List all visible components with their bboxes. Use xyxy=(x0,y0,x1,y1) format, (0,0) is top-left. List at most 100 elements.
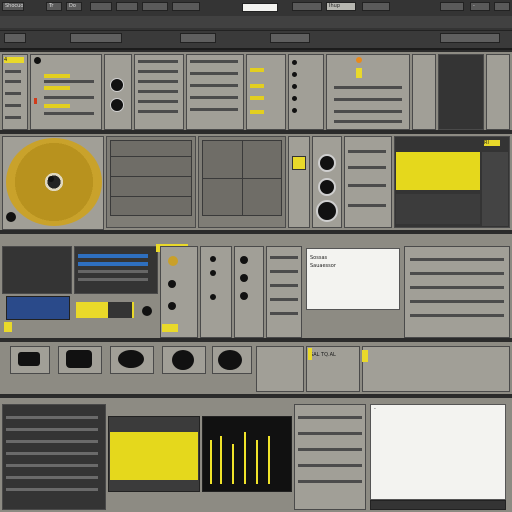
param-row[interactable] xyxy=(190,84,238,87)
dot-icon[interactable] xyxy=(210,256,216,262)
search-input[interactable] xyxy=(242,3,278,12)
right-strip-tag[interactable]: Rl xyxy=(484,140,500,146)
editor-sidebar-row[interactable] xyxy=(6,476,98,479)
param-highlight[interactable] xyxy=(250,110,264,114)
yellow-square-button[interactable] xyxy=(292,156,306,170)
list-row[interactable] xyxy=(44,96,94,99)
dot-icon[interactable] xyxy=(168,280,176,288)
dot-icon[interactable] xyxy=(292,108,297,113)
param-row[interactable] xyxy=(138,90,178,93)
editor-sidebar-row[interactable] xyxy=(6,464,98,467)
right-list-row[interactable] xyxy=(410,314,504,317)
knob-1[interactable] xyxy=(318,154,336,172)
knob-3[interactable] xyxy=(316,200,338,222)
param-row[interactable] xyxy=(190,96,238,99)
param-row[interactable] xyxy=(334,120,402,123)
list-row[interactable] xyxy=(44,112,94,115)
row4-yellow-tag-2[interactable] xyxy=(362,350,368,362)
list-row-highlight[interactable] xyxy=(44,104,70,108)
param-row[interactable] xyxy=(138,80,178,83)
editor-sidebar-row[interactable] xyxy=(6,416,98,419)
param-row[interactable] xyxy=(270,298,298,301)
vinyl-disc[interactable] xyxy=(6,138,102,226)
toolbar-button-3[interactable] xyxy=(90,2,112,11)
right-list-row[interactable] xyxy=(410,272,504,275)
editor-mid-row[interactable] xyxy=(298,432,362,435)
param-row[interactable] xyxy=(190,72,238,75)
editor-sidebar-row[interactable] xyxy=(6,452,98,455)
editor-mid-row[interactable] xyxy=(298,464,362,467)
editor-mid-row[interactable] xyxy=(298,448,362,451)
dot-icon[interactable] xyxy=(168,256,178,266)
editor-dialog[interactable] xyxy=(370,404,506,500)
param-row[interactable] xyxy=(270,312,298,315)
param-row[interactable] xyxy=(334,86,402,89)
preset-button[interactable]: Ihup xyxy=(326,2,356,11)
param-row[interactable] xyxy=(138,70,178,73)
toolbar-button-11[interactable] xyxy=(494,2,510,11)
toolbar-button-9[interactable] xyxy=(440,2,464,11)
track-row[interactable] xyxy=(78,278,148,281)
row4-yellow-tag[interactable] xyxy=(308,348,312,360)
dot-icon[interactable] xyxy=(210,270,216,276)
param-row[interactable] xyxy=(190,60,238,63)
param-row[interactable] xyxy=(270,270,298,273)
list-row-highlight[interactable] xyxy=(44,74,70,78)
track-row-blue[interactable] xyxy=(78,262,148,266)
dot-icon[interactable] xyxy=(240,256,248,264)
dot-icon[interactable] xyxy=(292,84,297,89)
toolbar-pill-5[interactable] xyxy=(440,33,500,43)
menu-button[interactable]: Shocuo xyxy=(2,2,24,11)
param-row[interactable] xyxy=(138,110,178,113)
param-row[interactable] xyxy=(190,108,238,111)
toolbar-pill-2[interactable] xyxy=(70,33,122,43)
right-list-row[interactable] xyxy=(410,286,504,289)
level-knob[interactable] xyxy=(110,98,124,112)
toolbar-tab-b[interactable]: Do xyxy=(66,2,82,11)
param-row[interactable] xyxy=(270,284,298,287)
toolbar-button-5[interactable] xyxy=(142,2,168,11)
gain-knob[interactable] xyxy=(110,78,124,92)
browser-yellow-bar[interactable] xyxy=(4,322,12,332)
param-row[interactable] xyxy=(270,256,298,259)
track-tag[interactable] xyxy=(162,324,178,332)
grid-inner-1[interactable] xyxy=(110,140,192,216)
editor-sidebar-row[interactable] xyxy=(6,440,98,443)
dot-icon[interactable] xyxy=(168,302,176,310)
toolbar-button-7[interactable] xyxy=(292,2,322,11)
param-row[interactable] xyxy=(334,98,402,101)
toolbar-button-10[interactable]: - xyxy=(470,2,490,11)
power-icon[interactable] xyxy=(34,57,41,64)
toolbar-button-4[interactable] xyxy=(116,2,138,11)
orange-dot-icon[interactable] xyxy=(356,57,362,63)
track-row[interactable] xyxy=(78,270,148,273)
param-row[interactable] xyxy=(138,60,178,63)
toolbar-tab-a[interactable]: Tr xyxy=(46,2,62,11)
track-row-blue[interactable] xyxy=(78,254,148,258)
right-list-row[interactable] xyxy=(410,258,504,261)
editor-mid-row[interactable] xyxy=(298,416,362,419)
editor-waveform-yellow[interactable] xyxy=(110,432,198,480)
toolbar-pill-4[interactable] xyxy=(270,33,310,43)
dot-icon[interactable] xyxy=(210,294,216,300)
param-row[interactable] xyxy=(138,100,178,103)
toolbar-button-8[interactable] xyxy=(362,2,390,11)
editor-sidebar-row[interactable] xyxy=(6,428,98,431)
dot-icon[interactable] xyxy=(240,274,248,282)
param-highlight[interactable] xyxy=(250,96,264,100)
dot-icon[interactable] xyxy=(240,292,248,300)
yellow-tag[interactable] xyxy=(356,68,362,78)
param-highlight[interactable] xyxy=(250,68,264,72)
browser-blue-bar[interactable] xyxy=(6,296,70,320)
toolbar-button-6[interactable] xyxy=(172,2,200,11)
knob-2[interactable] xyxy=(318,178,336,196)
list-row[interactable] xyxy=(44,80,94,83)
dot-icon[interactable] xyxy=(292,60,297,65)
track-row-dark[interactable] xyxy=(108,302,132,318)
toolbar-pill-3[interactable] xyxy=(180,33,216,43)
waveform-display[interactable] xyxy=(396,152,480,190)
param-row[interactable] xyxy=(334,110,402,113)
list-row-highlight[interactable] xyxy=(44,86,70,90)
dot-icon[interactable] xyxy=(292,96,297,101)
editor-mid-row[interactable] xyxy=(298,480,362,483)
